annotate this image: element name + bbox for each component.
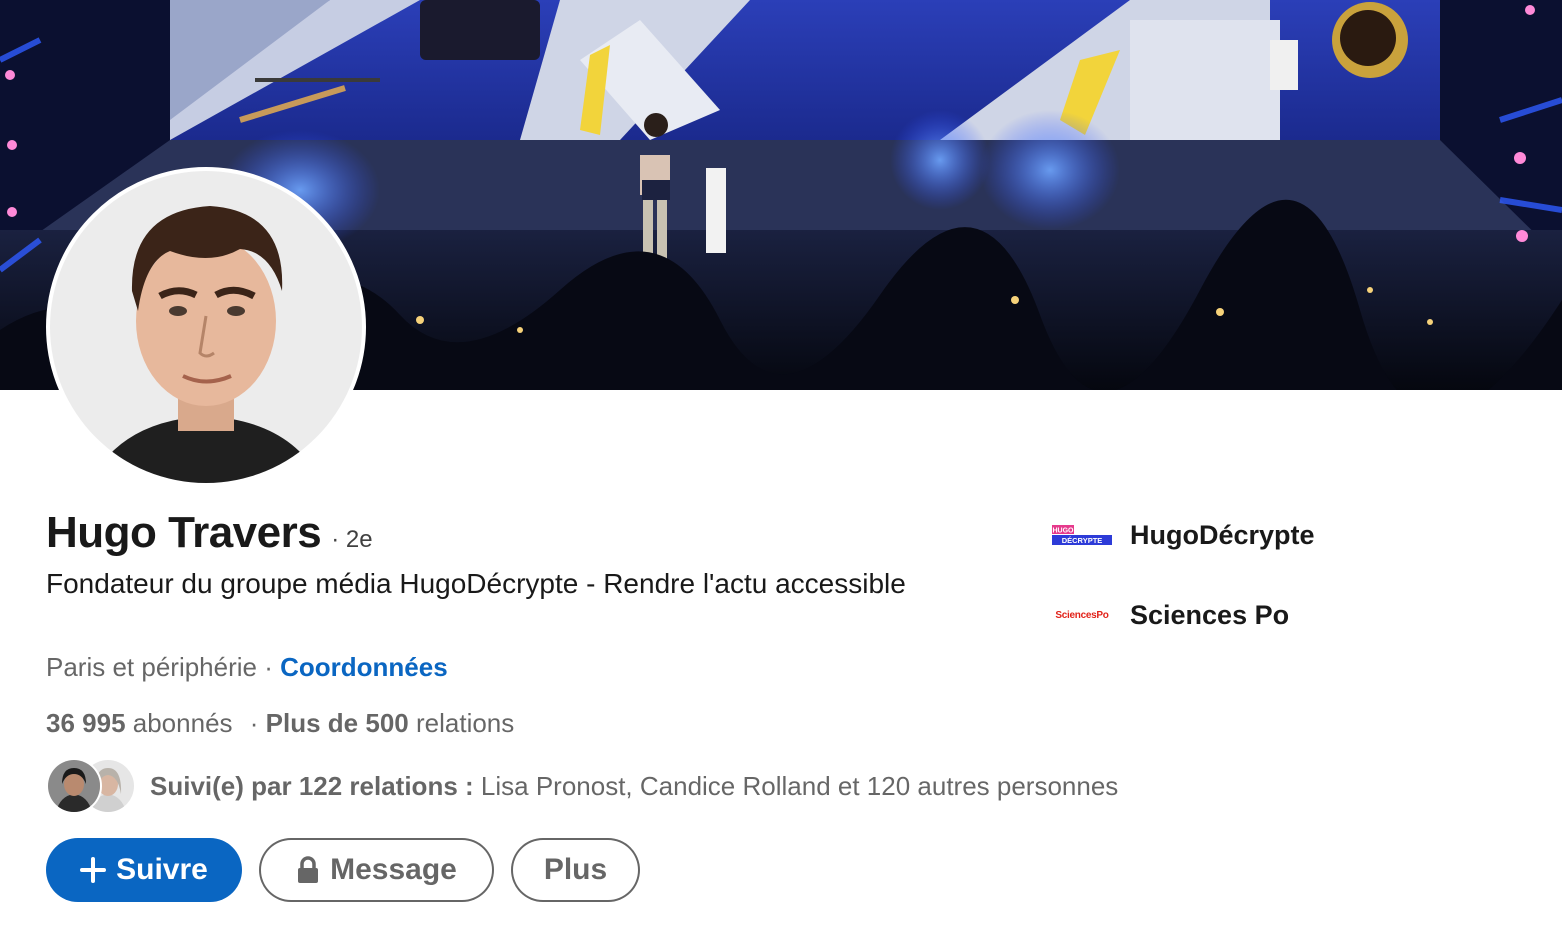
mutual-connections-text: Suivi(e) par 122 relations : Lisa Pronos… — [150, 771, 1118, 802]
profile-photo[interactable] — [46, 167, 366, 487]
hugodecrypte-logo-icon: HUGO DÉCRYPTE — [1052, 522, 1112, 548]
mutual-count: Suivi(e) par 122 relations : — [150, 770, 474, 801]
message-button[interactable]: Message — [259, 838, 494, 902]
stats-row: 36 995 abonnés · Plus de 500 relations — [46, 708, 514, 739]
mutual-connections[interactable]: Suivi(e) par 122 relations : Lisa Pronos… — [46, 758, 1118, 814]
more-label: Plus — [543, 853, 608, 886]
profile-location: Paris et périphérie · — [46, 652, 273, 682]
follow-label: Suivre — [116, 853, 208, 886]
profile-headline: Fondateur du groupe média HugoDécrypte -… — [46, 568, 906, 599]
follow-button[interactable]: Suivre — [46, 838, 242, 902]
current-company-link[interactable]: HUGO DÉCRYPTE HugoDécrypte — [1052, 512, 1315, 558]
profile-name: Hugo Travers — [46, 508, 322, 557]
sciencespo-logo-text: SciencesPo — [1055, 609, 1109, 621]
mutual-avatars — [46, 758, 136, 814]
message-label: Message — [330, 853, 457, 886]
mutual-avatar — [46, 758, 102, 814]
followers-label[interactable]: abonnés — [133, 708, 233, 738]
education-label: Sciences Po — [1130, 599, 1290, 630]
profile-actions: Suivre Message Plus — [46, 838, 640, 902]
education-link[interactable]: SciencesPo Sciences Po — [1052, 592, 1315, 638]
connections-label[interactable]: relations — [416, 708, 514, 738]
connections-count[interactable]: Plus de 500 — [266, 708, 409, 738]
sciencespo-logo-icon: SciencesPo — [1052, 602, 1112, 628]
name-row: Hugo Travers · 2e — [46, 508, 373, 558]
mutual-names: Lisa Pronost, Candice Rolland et 120 aut… — [480, 770, 1119, 801]
profile-card: Hugo Travers · 2e Fondateur du groupe mé… — [0, 0, 1562, 946]
lock-icon — [296, 856, 320, 884]
contact-info-link[interactable]: Coordonnées — [280, 652, 448, 682]
svg-text:DÉCRYPTE: DÉCRYPTE — [1062, 536, 1103, 545]
stats-separator: · — [249, 708, 259, 738]
svg-text:HUGO: HUGO — [1053, 528, 1075, 535]
top-card-links: HUGO DÉCRYPTE HugoDécrypte SciencesPo Sc… — [1052, 512, 1315, 672]
followers-count[interactable]: 36 995 — [46, 708, 126, 738]
current-company-label: HugoDécrypte — [1130, 519, 1315, 550]
connection-degree: · 2e — [331, 526, 373, 553]
plus-icon — [80, 857, 107, 883]
more-button[interactable]: Plus — [511, 838, 640, 902]
location-row: Paris et périphérie · Coordonnées — [46, 652, 448, 683]
